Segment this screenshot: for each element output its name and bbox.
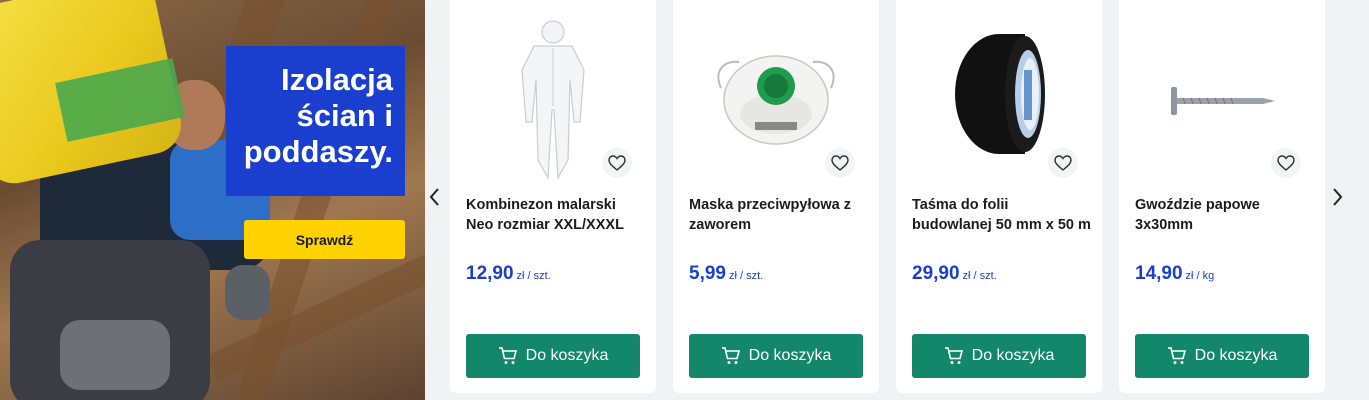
cart-icon: [944, 347, 963, 364]
product-price: 12,90 zł / szt.: [466, 263, 551, 285]
cart-icon: [1167, 347, 1186, 364]
product-card[interactable]: Maska przeciwpyłowa z zaworem 5,99 zł / s…: [673, 0, 879, 393]
banner-headline: Izolacja ścian i poddaszy.: [226, 46, 405, 196]
price-amount: 5,99: [689, 263, 726, 284]
price-unit: zł / kg: [1185, 270, 1215, 282]
product-carousel: Kombinezon malarski Neo rozmiar XXL/XXXL…: [425, 0, 1369, 400]
chevron-right-icon: [1333, 188, 1343, 206]
price-unit: zł / szt.: [516, 270, 551, 282]
add-to-cart-button[interactable]: Do koszyka: [466, 334, 640, 378]
add-to-cart-button[interactable]: Do koszyka: [1135, 334, 1309, 378]
banner-headline-line: ścian i: [296, 98, 394, 133]
add-to-favorites-button[interactable]: [602, 148, 632, 178]
cart-icon: [498, 347, 517, 364]
promo-banner[interactable]: Izolacja ścian i poddaszy. Sprawdź: [0, 0, 425, 400]
product-name[interactable]: Maska przeciwpyłowa z zaworem: [689, 196, 869, 235]
product-price: 5,99 zł / szt.: [689, 263, 763, 285]
add-to-cart-label: Do koszyka: [748, 347, 832, 364]
carousel-prev-button[interactable]: [425, 182, 445, 212]
chevron-left-icon: [429, 188, 439, 206]
add-to-cart-button[interactable]: Do koszyka: [912, 334, 1086, 378]
product-name[interactable]: Taśma do folii budowlanej 50 mm x 50 m: [912, 196, 1092, 235]
price-unit: zł / szt.: [728, 270, 764, 282]
heart-icon: [831, 155, 849, 171]
heart-icon: [1277, 155, 1295, 171]
add-to-favorites-button[interactable]: [825, 148, 855, 178]
product-promo-section: Izolacja ścian i poddaszy. Sprawdź Kombi…: [0, 0, 1369, 400]
price-amount: 14,90: [1135, 263, 1183, 284]
price-unit: zł / szt.: [962, 270, 997, 282]
add-to-cart-label: Do koszyka: [971, 347, 1055, 364]
price-amount: 12,90: [466, 263, 514, 284]
heart-icon: [608, 155, 626, 171]
banner-check-button[interactable]: Sprawdź: [244, 220, 405, 259]
banner-headline-line: poddaszy.: [243, 134, 393, 169]
product-card[interactable]: Gwoździe papowe 3x30mm 14,90 zł / kg Do k…: [1119, 0, 1325, 393]
product-price: 29,90 zł / szt.: [912, 263, 997, 285]
carousel-next-button[interactable]: [1327, 182, 1347, 212]
banner-headline-line: Izolacja: [281, 62, 393, 97]
add-to-cart-label: Do koszyka: [525, 347, 609, 364]
heart-icon: [1054, 155, 1072, 171]
product-name[interactable]: Kombinezon malarski Neo rozmiar XXL/XXXL: [466, 196, 646, 235]
product-card[interactable]: Kombinezon malarski Neo rozmiar XXL/XXXL…: [450, 0, 656, 393]
add-to-favorites-button[interactable]: [1271, 148, 1301, 178]
cart-icon: [721, 347, 740, 364]
price-amount: 29,90: [912, 263, 960, 284]
add-to-favorites-button[interactable]: [1048, 148, 1078, 178]
product-name[interactable]: Gwoździe papowe 3x30mm: [1135, 196, 1315, 235]
add-to-cart-label: Do koszyka: [1194, 347, 1278, 364]
add-to-cart-button[interactable]: Do koszyka: [689, 334, 863, 378]
product-card[interactable]: Taśma do folii budowlanej 50 mm x 50 m 2…: [896, 0, 1102, 393]
product-price: 14,90 zł / kg: [1135, 263, 1214, 285]
